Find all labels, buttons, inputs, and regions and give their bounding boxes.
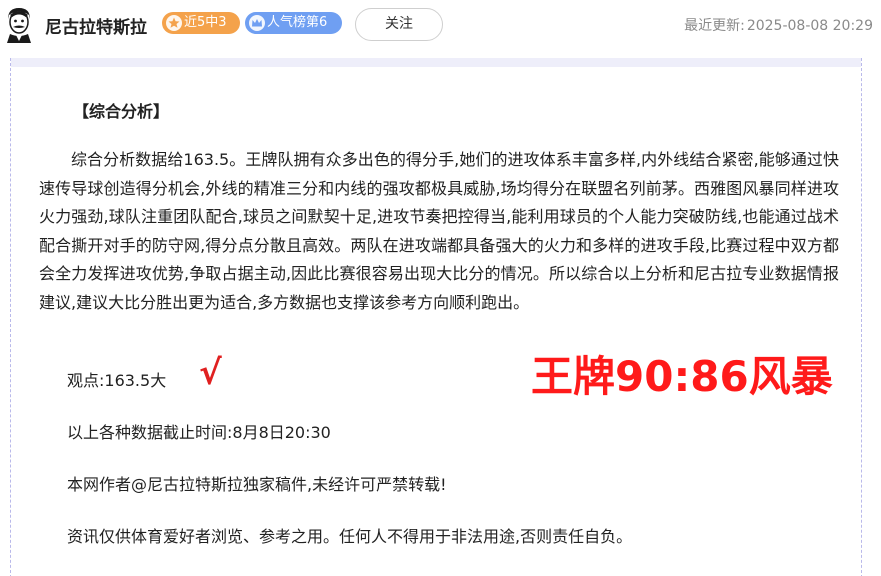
last-updated: 最近更新: 2025-08-08 20:29 (684, 15, 873, 35)
follow-button[interactable]: 关注 (355, 8, 443, 41)
streak-badge-label: 近5中3 (184, 15, 227, 30)
streak-badge: 近5中3 (162, 12, 240, 34)
star-icon (166, 15, 182, 31)
crown-icon (249, 15, 265, 31)
disclaimer-line: 资讯仅供体育爱好者浏览、参考之用。任何人不得用于非法用途,否则责任自负。 (67, 527, 633, 546)
author-header: 尼古拉特斯拉 近5中3 人气榜第6 关注 最近更新: 2025-08-08 20:… (0, 0, 881, 52)
last-updated-label: 最近更新: (684, 18, 745, 34)
section-title: 【综合分析】 (73, 102, 170, 121)
article-card: 【综合分析】 综合分析数据给163.5。王牌队拥有众多出色的得分手,她们的进攻体… (10, 58, 862, 576)
tesla-portrait-icon (7, 8, 31, 43)
rank-badge: 人气榜第6 (245, 12, 342, 34)
article-page: 尼古拉特斯拉 近5中3 人气榜第6 关注 最近更新: 2025-08-08 20:… (0, 0, 881, 576)
check-mark-icon: √ (199, 353, 222, 393)
card-top-divider (11, 58, 861, 67)
author-avatar[interactable] (2, 5, 36, 43)
last-updated-time: 2025-08-08 20:29 (746, 18, 873, 34)
author-name[interactable]: 尼古拉特斯拉 (45, 13, 147, 38)
rank-badge-label: 人气榜第6 (267, 15, 328, 30)
final-score-overlay: 王牌90:86风暴 (531, 352, 833, 401)
copyright-line: 本网作者@尼古拉特斯拉独家稿件,未经许可严禁转载! (67, 475, 447, 494)
data-cutoff-line: 以上各种数据截止时间:8月8日20:30 (67, 423, 331, 442)
analysis-paragraph: 综合分析数据给163.5。王牌队拥有众多出色的得分手,她们的进攻体系丰富多样,内… (39, 150, 839, 312)
view-line: 观点:163.5大 (67, 371, 167, 390)
